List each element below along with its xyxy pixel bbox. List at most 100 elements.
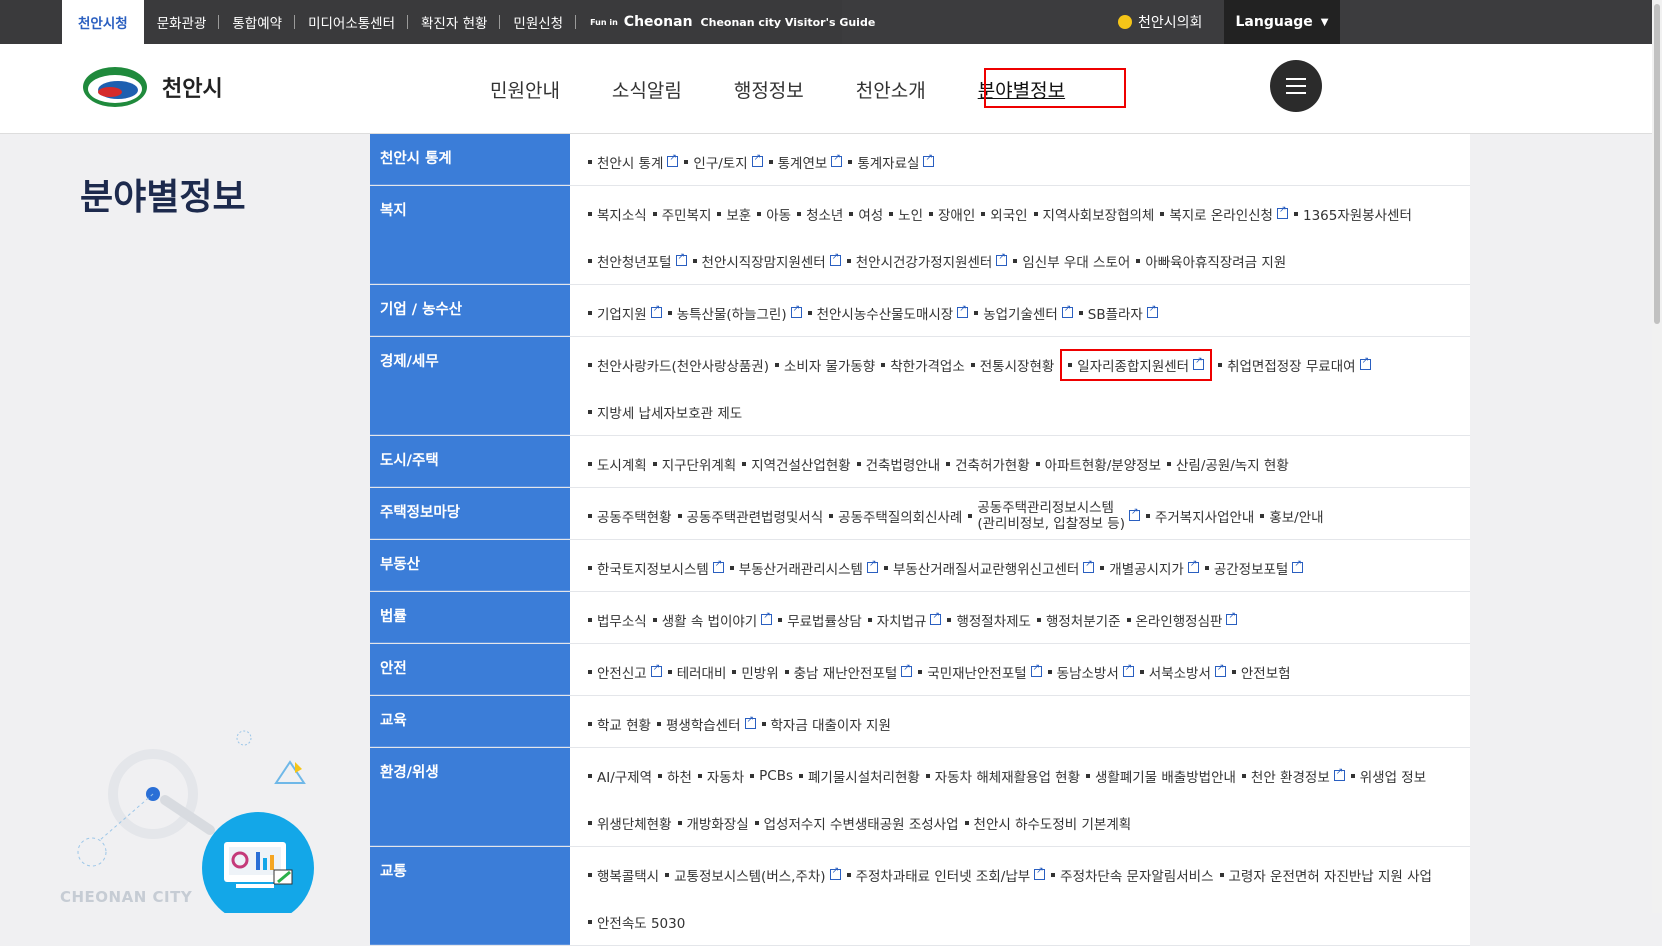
category-link[interactable]: AI/구제역 <box>588 766 652 786</box>
category-link[interactable]: 안전보험 <box>1232 662 1291 682</box>
category-link[interactable]: 생활 속 법이야기 <box>653 610 773 630</box>
category-link[interactable]: 여성 <box>849 204 883 224</box>
category-link[interactable]: 공동주택질의회신사례 <box>829 506 962 526</box>
category-link[interactable]: 폐기물시설처리현황 <box>799 766 920 786</box>
category-heading[interactable]: 기업 / 농수산 <box>370 285 570 336</box>
category-link[interactable]: 천안사랑카드(천안사랑상품권) <box>588 355 769 375</box>
category-link[interactable]: 동남소방서 <box>1048 662 1134 682</box>
category-link[interactable]: 하천 <box>658 766 692 786</box>
category-link[interactable]: 주민복지 <box>653 204 712 224</box>
category-heading[interactable]: 교육 <box>370 696 570 747</box>
category-link[interactable]: 천안시직장맘지원센터 <box>693 251 841 271</box>
category-link[interactable]: 농특산물(하늘그린) <box>668 303 802 323</box>
category-link[interactable]: 행복콜택시 <box>588 865 659 885</box>
category-link[interactable]: 자동차 <box>698 766 744 786</box>
category-link[interactable]: 도시계획 <box>588 454 647 474</box>
category-link[interactable]: 건축허가현황 <box>946 454 1030 474</box>
category-heading[interactable]: 환경/위생 <box>370 748 570 846</box>
category-link[interactable]: 생활폐기물 배출방법안내 <box>1086 766 1236 786</box>
category-link[interactable]: 한국토지정보시스템 <box>588 558 724 578</box>
category-link[interactable]: PCBs <box>750 768 793 784</box>
category-link[interactable]: 1365자원봉사센터 <box>1294 204 1412 224</box>
category-link[interactable]: 전통시장현황 <box>971 355 1055 375</box>
tab-reservation[interactable]: 통합예약 <box>219 0 296 44</box>
category-link[interactable]: 주거복지사업안내 <box>1146 506 1254 526</box>
category-link[interactable]: 서북소방서 <box>1140 662 1226 682</box>
category-link[interactable]: 복지소식 <box>588 204 647 224</box>
category-link[interactable]: 복지로 온라인신청 <box>1160 204 1288 224</box>
category-link[interactable]: 일자리종합지원센터 <box>1060 348 1213 381</box>
category-link[interactable]: 공동주택현황 <box>588 506 672 526</box>
category-link[interactable]: 통계연보 <box>769 152 843 172</box>
category-link[interactable]: 업성저수지 수변생태공원 조성사업 <box>755 813 959 833</box>
category-link[interactable]: 평생학습센터 <box>657 714 756 734</box>
category-link[interactable]: 행정절차제도 <box>947 610 1031 630</box>
tab-media-center[interactable]: 미디어소통센터 <box>295 0 409 44</box>
gnb-news[interactable]: 소식알림 <box>612 76 682 103</box>
category-link[interactable]: 온라인행정심판 <box>1127 610 1238 630</box>
category-link[interactable]: 아빠육아휴직장려금 지원 <box>1136 251 1286 271</box>
category-link[interactable]: 천안시 하수도정비 기본계획 <box>965 813 1132 833</box>
category-link[interactable]: 고령자 운전면허 자진반납 지원 사업 <box>1220 865 1432 885</box>
category-link[interactable]: 국민재난안전포털 <box>918 662 1042 682</box>
tab-civil-request[interactable]: 민원신청 <box>500 0 577 44</box>
category-link[interactable]: 교통정보시스템(버스,주차) <box>665 865 841 885</box>
category-link[interactable]: 법무소식 <box>588 610 647 630</box>
gnb-civil-guide[interactable]: 민원안내 <box>490 76 560 103</box>
category-link[interactable]: 무료법률상담 <box>778 610 862 630</box>
category-link[interactable]: 자동차 해체재활용업 현황 <box>926 766 1080 786</box>
category-link[interactable]: 인구/토지 <box>684 152 763 172</box>
category-link[interactable]: SB플라자 <box>1079 303 1158 323</box>
category-link[interactable]: 자치법규 <box>868 610 942 630</box>
category-link[interactable]: 지역건설산업현황 <box>742 454 850 474</box>
language-selector[interactable]: Language ▼ <box>1224 0 1340 44</box>
category-link[interactable]: 공간정보포털 <box>1205 558 1304 578</box>
category-heading[interactable]: 경제/세무 <box>370 337 570 435</box>
category-link[interactable]: 공동주택관련법령및서식 <box>678 506 824 526</box>
category-link[interactable]: 지역사회보장협의체 <box>1034 204 1155 224</box>
category-heading[interactable]: 교통 <box>370 847 570 945</box>
visitor-guide-link[interactable]: Fun in Cheonan Cheonan city Visitor's Gu… <box>590 14 875 30</box>
category-link[interactable]: 외국인 <box>981 204 1027 224</box>
category-link[interactable]: 주정차과태료 인터넷 조회/납부 <box>847 865 1046 885</box>
site-logo[interactable]: 천안시 <box>80 62 223 112</box>
category-link[interactable]: 공동주택관리정보시스템 (관리비정보, 입찰정보 등) <box>968 500 1140 532</box>
category-heading[interactable]: 주택정보마당 <box>370 488 570 539</box>
category-link[interactable]: 지구단위계획 <box>653 454 737 474</box>
category-link[interactable]: 안전신고 <box>588 662 662 682</box>
category-heading[interactable]: 복지 <box>370 186 570 284</box>
category-link[interactable]: 아파트현황/분양정보 <box>1036 454 1161 474</box>
category-link[interactable]: 청소년 <box>797 204 843 224</box>
category-link[interactable]: 안전속도 5030 <box>588 912 685 932</box>
category-link[interactable]: 천안시 통계 <box>588 152 679 172</box>
gnb-about-cheonan[interactable]: 천안소개 <box>856 76 926 103</box>
scrollbar-thumb[interactable] <box>1654 4 1660 324</box>
category-link[interactable]: 장애인 <box>929 204 975 224</box>
council-link[interactable]: 천안시의회 <box>1118 0 1202 44</box>
category-link[interactable]: 개방화장실 <box>678 813 749 833</box>
category-link[interactable]: 착한가격업소 <box>881 355 965 375</box>
category-link[interactable]: 충남 재난안전포털 <box>785 662 913 682</box>
category-heading[interactable]: 도시/주택 <box>370 436 570 487</box>
category-link[interactable]: 주정차단속 문자알림서비스 <box>1051 865 1213 885</box>
category-link[interactable]: 학자금 대출이자 지원 <box>762 714 891 734</box>
category-link[interactable]: 위생업 정보 <box>1351 766 1426 786</box>
category-link[interactable]: 천안시농수산물도매시장 <box>808 303 969 323</box>
category-link[interactable]: 임신부 우대 스토어 <box>1013 251 1130 271</box>
category-link[interactable]: 개별공시지가 <box>1100 558 1199 578</box>
category-link[interactable]: 부동산거래질서교란행위신고센터 <box>884 558 1095 578</box>
category-link[interactable]: 농업기술센터 <box>974 303 1073 323</box>
category-link[interactable]: 기업지원 <box>588 303 662 323</box>
category-heading[interactable]: 안전 <box>370 644 570 695</box>
gnb-admin-info[interactable]: 행정정보 <box>734 76 804 103</box>
category-link[interactable]: 부동산거래관리시스템 <box>730 558 878 578</box>
category-link[interactable]: 천안 환경정보 <box>1242 766 1345 786</box>
category-link[interactable]: 학교 현황 <box>588 714 651 734</box>
category-link[interactable]: 민방위 <box>732 662 778 682</box>
hamburger-menu-button[interactable] <box>1270 60 1322 112</box>
category-heading[interactable]: 천안시 통계 <box>370 134 570 185</box>
category-link[interactable]: 소비자 물가동향 <box>775 355 875 375</box>
category-link[interactable]: 테러대비 <box>668 662 727 682</box>
category-link[interactable]: 취업면접정장 무료대여 <box>1218 355 1371 375</box>
scrollbar[interactable] <box>1652 0 1662 913</box>
